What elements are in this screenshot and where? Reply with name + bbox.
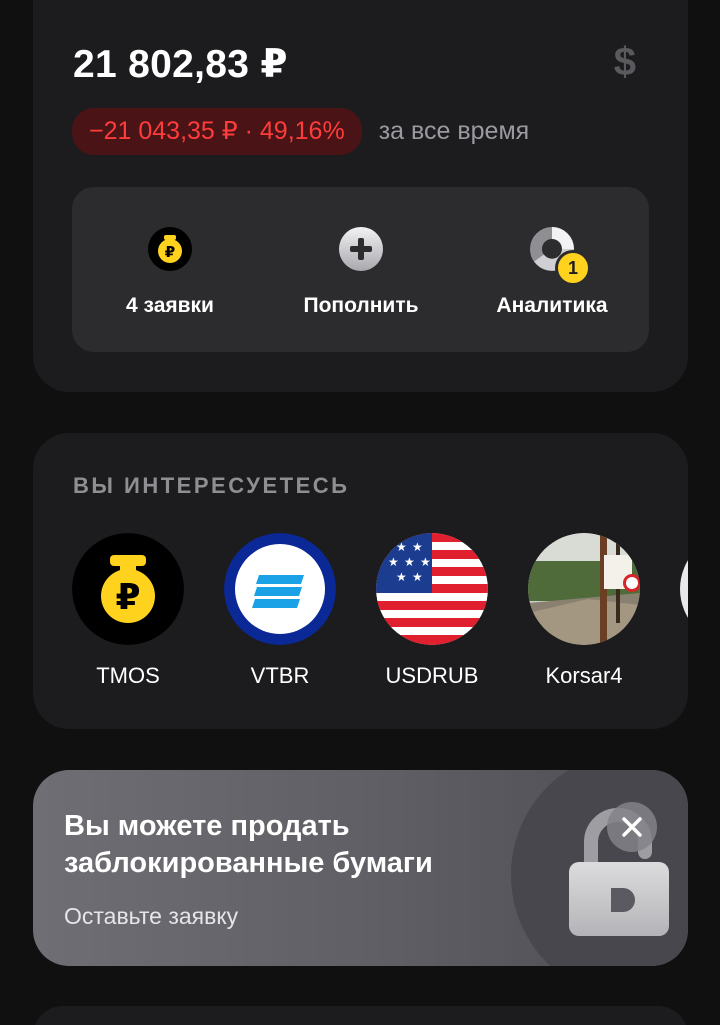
orders-button[interactable]: ₽ 4 заявки <box>114 187 226 352</box>
ticker-item-korsar4[interactable]: Korsar4 <box>528 533 640 689</box>
sell-blocked-securities-banner[interactable]: Вы можете продать заблокированные бумаги… <box>33 770 688 966</box>
analytics-label: Аналитика <box>496 294 608 317</box>
next-card-partial <box>33 1006 688 1025</box>
user-photo-avatar <box>528 533 640 645</box>
svg-text:★: ★ <box>412 570 423 584</box>
svg-text:★: ★ <box>396 570 407 584</box>
ticker-name: Korsar4 <box>545 663 623 688</box>
ticker-name: VTBR <box>250 663 310 688</box>
quick-actions-panel: ₽ 4 заявки Пополнить 1 Аналитика <box>72 187 649 352</box>
ticker-name: TMOS <box>96 663 160 688</box>
svg-text:₽: ₽ <box>165 243 175 261</box>
promo-subtitle: Оставьте заявку <box>64 903 239 929</box>
ticker-item-tmos[interactable]: ₽ TMOS <box>72 533 184 689</box>
portfolio-balance: 21 802,83 ₽ <box>73 43 288 86</box>
interests-card: ВЫ ИНТЕРЕСУЕТЕСЬ ₽ TMOS VTBR ★ ★ ★ ★ ★ ★… <box>33 433 688 729</box>
svg-text:₽: ₽ <box>115 577 140 618</box>
currency-switch-icon[interactable]: $ <box>614 40 636 85</box>
svg-text:★: ★ <box>396 540 407 554</box>
ticker-item-usdrub[interactable]: ★ ★ ★ ★ ★ ★ ★ USDRUB <box>376 533 488 689</box>
svg-text:★: ★ <box>420 555 431 569</box>
topup-label: Пополнить <box>303 294 419 317</box>
analytics-badge: 1 <box>555 250 591 286</box>
ticker-item-next[interactable] <box>680 533 688 645</box>
orders-label: 4 заявки <box>126 294 214 317</box>
ruble-bag-icon: ₽ <box>72 533 184 645</box>
ticker-item-vtbr[interactable]: VTBR <box>224 533 336 689</box>
portfolio-change-period: за все время <box>378 117 530 145</box>
interests-ticker-list[interactable]: ₽ TMOS VTBR ★ ★ ★ ★ ★ ★ ★ USDRUB Korsar4 <box>72 533 688 703</box>
svg-text:★: ★ <box>412 540 423 554</box>
portfolio-change-badge: −21 043,35 ₽ · 49,16% <box>72 108 362 155</box>
ruble-bag-icon: ₽ <box>148 227 192 271</box>
portfolio-change-row: −21 043,35 ₽ · 49,16% за все время <box>72 108 529 155</box>
donut-chart-icon: 1 <box>530 227 591 286</box>
ticker-avatar-partial <box>680 533 688 645</box>
interests-title: ВЫ ИНТЕРЕСУЕТЕСЬ <box>73 473 350 498</box>
analytics-button[interactable]: 1 Аналитика <box>487 187 617 352</box>
us-flag-icon: ★ ★ ★ ★ ★ ★ ★ <box>376 533 488 645</box>
screen: 21 802,83 ₽ $ −21 043,35 ₽ · 49,16% за в… <box>0 0 720 1025</box>
topup-button[interactable]: Пополнить <box>294 187 428 352</box>
ticker-name: USDRUB <box>385 663 479 688</box>
vtb-logo-icon <box>224 533 336 645</box>
svg-text:★: ★ <box>404 555 415 569</box>
svg-text:★: ★ <box>388 555 399 569</box>
promo-title: Вы можете продать заблокированные бумаги <box>64 810 433 879</box>
close-icon[interactable] <box>607 802 657 852</box>
plus-circle-icon <box>339 227 383 271</box>
portfolio-card[interactable]: 21 802,83 ₽ $ −21 043,35 ₽ · 49,16% за в… <box>33 0 688 392</box>
